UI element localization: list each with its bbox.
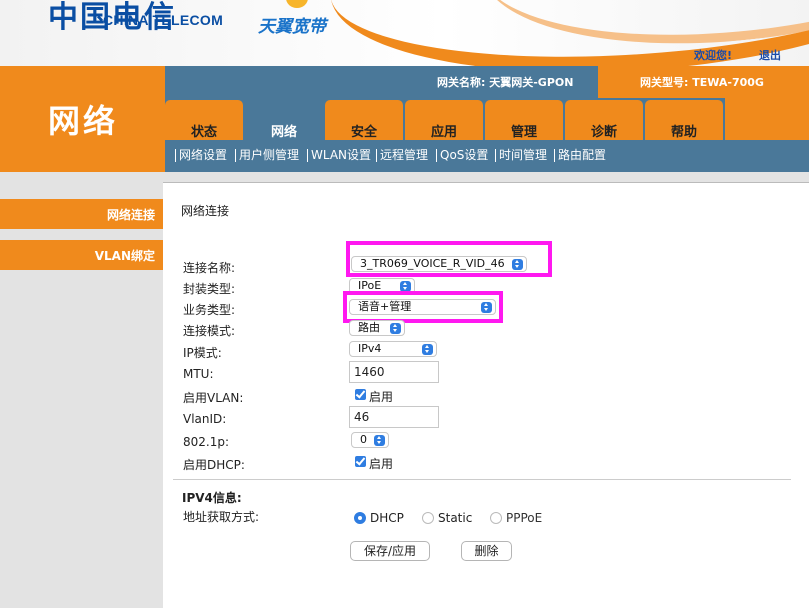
tab-application[interactable]: 应用 — [405, 100, 483, 140]
ip-mode-select[interactable]: IPv4 — [349, 341, 437, 357]
dot1p-select[interactable]: 0 — [351, 432, 389, 448]
tab-label: 安全 — [350, 125, 377, 140]
checkbox-text: 启用 — [369, 390, 394, 404]
tab-label: 状态 — [190, 125, 217, 140]
subnav-user-side-management[interactable]: 用户侧管理 — [235, 149, 299, 162]
vlan-enable-label: 启用VLAN: — [183, 391, 244, 405]
select-arrows-icon — [481, 302, 492, 313]
sidebar-item-network-connection[interactable]: 网络连接 — [0, 199, 165, 229]
top-banner: 中国电信 CHINA TELECOM 天翼宽带 欢迎您! 退出 — [0, 0, 809, 66]
subnav-network-settings[interactable]: 网络设置 — [175, 149, 227, 162]
banner-swoosh — [324, 0, 809, 66]
sidebar-item-label: VLAN绑定 — [94, 249, 155, 263]
sidebar-item-vlan-binding[interactable]: VLAN绑定 — [0, 240, 165, 270]
logout-link[interactable]: 退出 — [759, 47, 781, 63]
tab-label: 应用 — [430, 125, 457, 140]
ip-mode-label: IP模式: — [183, 346, 222, 360]
gateway-type-box: 网关型号: TEWA-700G — [598, 66, 809, 98]
select-value: 0 — [360, 433, 367, 446]
mtu-input[interactable]: 1460 — [349, 361, 439, 383]
encapsulation-type-label: 封装类型: — [183, 282, 236, 296]
content-title: 网络连接 — [181, 204, 230, 218]
tab-management[interactable]: 管理 — [485, 100, 563, 140]
select-value: 3_TR069_VOICE_R_VID_46 — [360, 257, 505, 270]
select-value: IPv4 — [358, 342, 382, 355]
sidebar-item-label: 网络连接 — [106, 208, 155, 222]
gateway-info-bar: 网关名称: 天翼网关-GPON 网关型号: TEWA-700G — [165, 66, 809, 98]
address-method-label: 地址获取方式: — [183, 510, 260, 524]
tab-network[interactable]: 网络 — [245, 100, 323, 140]
ipv4-info-heading: IPV4信息: — [182, 491, 242, 505]
section-title: 网络 — [48, 102, 119, 140]
select-arrows-icon — [390, 323, 401, 334]
radio-unselected-icon — [490, 512, 502, 524]
connection-name-label: 连接名称: — [183, 261, 236, 275]
subnav-wlan-settings[interactable]: WLAN设置 — [307, 149, 371, 162]
brand-name: 天翼宽带 — [258, 17, 326, 37]
vlan-id-input[interactable]: 46 — [349, 406, 439, 428]
checkbox-checked-icon — [355, 389, 366, 400]
radio-label: DHCP — [370, 511, 404, 525]
service-type-select[interactable]: 语音+管理 — [349, 299, 496, 315]
tab-security[interactable]: 安全 — [325, 100, 403, 140]
tab-label: 诊断 — [590, 125, 617, 140]
checkbox-text: 启用 — [369, 457, 394, 471]
section-title-box: 网络 — [0, 66, 165, 172]
dot1p-label: 802.1p: — [183, 435, 230, 449]
subnav-remote-management[interactable]: 远程管理 — [376, 149, 428, 162]
save-apply-button[interactable]: 保存/应用 — [350, 541, 430, 561]
gateway-type: 网关型号: TEWA-700G — [640, 76, 764, 89]
radio-selected-icon — [354, 512, 366, 524]
china-telecom-logo-text: CHINA TELECOM — [103, 12, 224, 28]
tab-label: 管理 — [510, 125, 537, 140]
connection-mode-label: 连接模式: — [183, 324, 236, 338]
connection-mode-select[interactable]: 路由 — [349, 320, 405, 336]
sub-navigation: 网络设置 用户侧管理 WLAN设置 远程管理 QoS设置 时间管理 路由配置 — [165, 140, 809, 172]
subnav-time-management[interactable]: 时间管理 — [495, 149, 547, 162]
vlan-id-label: VlanID: — [183, 412, 227, 426]
select-arrows-icon — [512, 259, 523, 270]
checkbox-checked-icon — [355, 456, 366, 467]
dhcp-enable-label: 启用DHCP: — [183, 458, 245, 472]
tab-status[interactable]: 状态 — [165, 100, 243, 140]
radio-unselected-icon — [422, 512, 434, 524]
tab-label: 帮助 — [670, 125, 697, 140]
subnav-qos-settings[interactable]: QoS设置 — [436, 149, 488, 162]
sidebar: 网络连接 VLAN绑定 — [0, 172, 165, 608]
delete-button[interactable]: 删除 — [461, 541, 512, 561]
select-arrows-icon — [422, 344, 433, 355]
welcome-text: 欢迎您! — [694, 49, 733, 62]
radio-label: Static — [438, 511, 473, 525]
tab-help[interactable]: 帮助 — [645, 100, 723, 140]
brand-sun-icon — [286, 0, 308, 8]
select-value: 语音+管理 — [358, 300, 412, 313]
gateway-name: 网关名称: 天翼网关-GPON — [437, 76, 574, 89]
mtu-label: MTU: — [183, 367, 214, 381]
radio-label: PPPoE — [506, 511, 543, 525]
select-value: 路由 — [358, 321, 380, 334]
connection-name-select[interactable]: 3_TR069_VOICE_R_VID_46 — [351, 256, 527, 272]
tab-bar-filler — [725, 98, 809, 140]
tab-label: 网络 — [270, 125, 297, 140]
service-type-label: 业务类型: — [183, 303, 236, 317]
tab-diagnostics[interactable]: 诊断 — [565, 100, 643, 140]
subnav-route-config[interactable]: 路由配置 — [554, 149, 606, 162]
main-content: 网络连接 连接名称: 3_TR069_VOICE_R_VID_46 封装类型: … — [163, 182, 809, 608]
section-divider — [173, 479, 791, 480]
select-arrows-icon — [374, 435, 385, 446]
